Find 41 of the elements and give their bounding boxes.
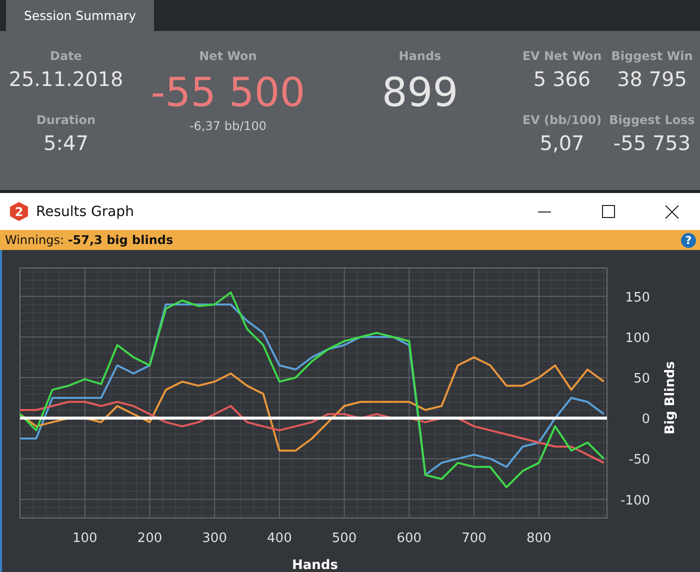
stat-label: Hands bbox=[398, 49, 442, 63]
minimize-icon[interactable] bbox=[538, 210, 550, 212]
axis-tick-label: 150 bbox=[625, 290, 650, 306]
window-title: Results Graph bbox=[36, 204, 135, 220]
axis-tick-label: 100 bbox=[625, 331, 650, 346]
stat-label: EV Net Won bbox=[522, 49, 602, 63]
stat-value: 5,07 bbox=[540, 131, 584, 155]
stat-value: 899 bbox=[382, 71, 458, 115]
stat-label: Biggest Loss bbox=[609, 113, 695, 127]
axis-tick-label: 800 bbox=[526, 531, 552, 546]
stat-label: EV (bb/100) bbox=[522, 113, 602, 127]
axis-tick-label: -100 bbox=[620, 493, 650, 508]
stat-value: 25.11.2018 bbox=[8, 67, 124, 91]
summary-tab[interactable]: Session Summary bbox=[6, 0, 154, 31]
winnings-text: Winnings: -57,3 big blinds bbox=[5, 233, 174, 247]
stat-value: -55 500 bbox=[150, 71, 306, 115]
stat-value: -55 753 bbox=[613, 131, 691, 155]
app-logo-icon: 2 bbox=[10, 202, 28, 221]
stat-label: Duration bbox=[36, 113, 96, 127]
axis-tick-label: 100 bbox=[72, 531, 98, 546]
maximize-icon[interactable] bbox=[602, 205, 614, 218]
stat-subvalue: -6,37 bb/100 bbox=[189, 119, 267, 133]
axis-tick-label: 600 bbox=[396, 531, 422, 546]
axis-tick-label: 400 bbox=[267, 531, 292, 546]
close-icon[interactable] bbox=[665, 204, 679, 218]
axis-title: Hands bbox=[292, 558, 338, 572]
axis-tick-label: -50 bbox=[628, 452, 650, 468]
axis-tick-label: 300 bbox=[202, 531, 227, 546]
stat-value: 5:47 bbox=[44, 131, 88, 155]
stat-value: 5 366 bbox=[533, 67, 591, 91]
stat-label: Date bbox=[50, 49, 82, 63]
help-icon[interactable]: ? bbox=[681, 232, 696, 248]
axis-tick-label: 500 bbox=[332, 531, 357, 546]
axis-tick-label: 0 bbox=[642, 412, 650, 428]
axis-tick-label: 50 bbox=[633, 372, 650, 387]
axis-tick-label: 700 bbox=[462, 531, 486, 546]
stat-label: Net Won bbox=[199, 49, 257, 63]
stat-value: 38 795 bbox=[617, 67, 687, 91]
axis-tick-label: 200 bbox=[137, 531, 162, 546]
stat-label: Biggest Win bbox=[611, 49, 693, 63]
axis-title: Big Blinds bbox=[663, 361, 678, 435]
